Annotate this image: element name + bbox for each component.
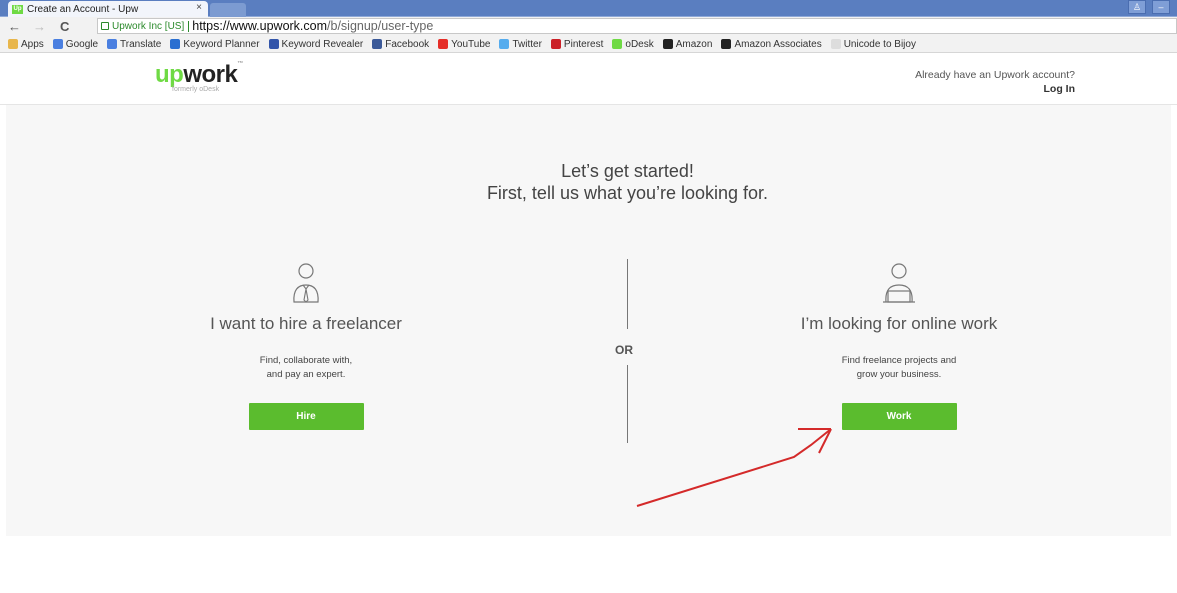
bookmark-item[interactable]: oDesk (612, 38, 654, 50)
secure-badge[interactable]: Upwork Inc [US] (98, 20, 190, 32)
bookmark-label: Amazon Associates (734, 38, 822, 50)
bookmark-item[interactable]: Keyword Planner (170, 38, 260, 50)
upwork-favicon-icon: Up (12, 4, 23, 14)
bookmark-item[interactable]: Google (52, 38, 99, 50)
annotation-arrow-icon (636, 428, 832, 507)
reload-icon[interactable]: C (60, 19, 69, 34)
bookmark-favicon-icon (8, 39, 18, 49)
bookmark-favicon-icon (268, 39, 279, 49)
bookmark-label: Pinterest (563, 38, 604, 50)
bookmark-favicon-icon (499, 39, 510, 49)
new-tab-button[interactable] (210, 3, 246, 17)
bookmark-label: oDesk (625, 38, 654, 50)
browser-tab-bar: Up Create an Account - Upw × ♙ – (0, 0, 1177, 17)
bookmark-favicon-icon (438, 39, 449, 49)
bookmark-favicon-icon (107, 39, 118, 49)
bookmark-label: Keyword Planner (183, 38, 260, 50)
browser-toolbar: ← → C Upwork Inc [US] https://www.upwork… (0, 17, 1177, 36)
bookmark-favicon-icon (612, 39, 623, 49)
bookmark-item[interactable]: Keyword Revealer (268, 38, 364, 50)
bookmark-label: Amazon (675, 38, 713, 50)
browser-tab[interactable]: Up Create an Account - Upw × (8, 1, 208, 17)
bookmark-label: YouTube (451, 38, 491, 50)
bookmark-item[interactable]: YouTube (438, 39, 490, 50)
lock-icon (101, 22, 109, 30)
url-path: /b/signup/user-type (327, 19, 434, 33)
bookmark-item[interactable]: Facebook (372, 39, 429, 50)
bookmark-item[interactable]: Twitter (499, 38, 542, 50)
bookmark-label: Translate (120, 38, 162, 50)
bookmark-favicon-icon (662, 39, 673, 49)
address-bar[interactable]: Upwork Inc [US] https://www.upwork.com /… (97, 18, 1177, 34)
bookmark-favicon-icon (830, 39, 841, 49)
page: upwork™ formerly oDesk Already have an U… (0, 53, 1177, 536)
bookmark-label: Google (65, 38, 99, 50)
bookmark-favicon-icon (721, 39, 732, 49)
minimize-icon[interactable]: – (1152, 0, 1170, 14)
bookmark-item[interactable]: Translate (107, 39, 161, 50)
bookmark-favicon-icon (52, 39, 63, 49)
tab-title: Create an Account - Upw (27, 3, 139, 15)
bookmark-item[interactable]: Unicode to Bijoy (830, 38, 916, 50)
bookmark-item[interactable]: Amazon Associates (721, 38, 822, 50)
bookmark-favicon-icon (170, 39, 181, 49)
bookmark-label: Apps (21, 38, 44, 50)
url-host: https://www.upwork.com (192, 19, 328, 33)
bookmark-label: Keyword Revealer (281, 38, 364, 50)
bookmark-item[interactable]: Amazon (662, 38, 713, 50)
bookmark-item[interactable]: Pinterest (550, 38, 604, 50)
bookmark-label: Facebook (385, 38, 430, 50)
forward-arrow-icon[interactable]: → (33, 19, 46, 34)
user-profile-icon[interactable]: ♙ (1128, 0, 1146, 14)
bookmark-item[interactable]: Apps (8, 39, 44, 50)
bookmark-favicon-icon (372, 39, 383, 49)
bookmarks-bar: Apps Google Translate Keyword Planner Keywor… (0, 36, 1177, 53)
secure-label: Upwork Inc [US] (112, 20, 185, 32)
bookmark-label: Twitter (512, 38, 542, 50)
back-arrow-icon[interactable]: ← (8, 19, 21, 34)
bottom-icons (628, 587, 668, 593)
tab-close-icon[interactable]: × (196, 2, 202, 13)
bookmark-label: Unicode to Bijoy (843, 38, 916, 50)
bookmark-favicon-icon (550, 39, 561, 49)
